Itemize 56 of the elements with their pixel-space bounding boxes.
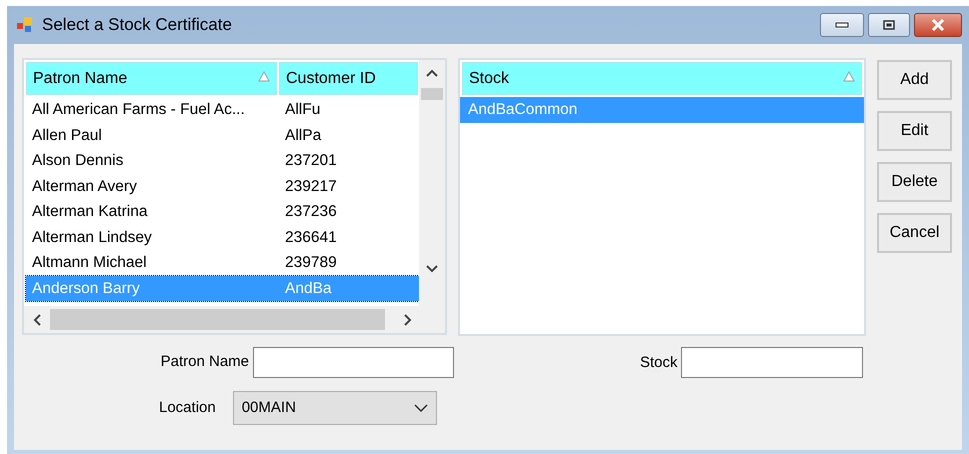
maximize-button[interactable] (868, 13, 910, 37)
dialog-button[interactable]: Edit (877, 111, 952, 151)
patron-name-label: Patron Name (160, 352, 249, 372)
patron-column-header[interactable]: Patron Name (26, 62, 277, 95)
stock-column-header[interactable]: Stock (462, 62, 862, 95)
patron-name-cell-text: Alterman Lindsey (31, 228, 153, 248)
patron-row[interactable]: Allen Paul AllPa (26, 122, 419, 148)
customer-id-cell-text: 239789 (284, 253, 338, 274)
scroll-up-icon[interactable] (426, 68, 438, 78)
scroll-thumb[interactable] (421, 88, 443, 100)
customer-id-cell-text: AllPa (284, 126, 322, 146)
customer-id-cell-text: AllFu (284, 100, 322, 120)
minimize-icon (835, 22, 849, 28)
scroll-down-icon[interactable] (426, 264, 438, 274)
stock-label: Stock (640, 353, 678, 373)
minimize-button[interactable] (820, 13, 864, 37)
vertical-scrollbar[interactable] (419, 60, 445, 306)
sort-arrow-icon (258, 71, 270, 82)
patron-name-cell-text: Altmann Michael (31, 253, 148, 274)
scroll-thumb[interactable] (50, 309, 385, 330)
patron-name-cell-text: Alson Dennis (31, 151, 124, 172)
patron-row[interactable]: Altmann Michael 239789 (26, 250, 419, 276)
customer-id-cell-text: 237236 (284, 202, 338, 222)
patron-row[interactable]: Alterman Avery 239217 (26, 174, 419, 199)
patron-row[interactable]: Alterman Katrina 237236 (26, 199, 419, 224)
patron-name-field[interactable] (253, 347, 454, 378)
window-title: Select a Stock Certificate (42, 14, 232, 36)
stock-cell-text: AndBaCommon (467, 100, 578, 120)
dialog-button[interactable]: Delete (877, 162, 952, 202)
location-dropdown[interactable]: 00MAIN (232, 391, 437, 425)
patron-name-cell-text: Allen Paul (31, 126, 103, 146)
close-icon (931, 19, 945, 31)
patron-name-cell-text: All American Farms - Fuel Ac... (31, 100, 246, 120)
restore-icon (883, 20, 895, 30)
stock-field[interactable] (680, 347, 863, 378)
chevron-down-icon (414, 404, 428, 412)
dialog-button[interactable]: Cancel (877, 213, 952, 253)
customer-id-cell-text: 239217 (284, 176, 338, 197)
close-button[interactable] (914, 13, 962, 37)
patron-name-cell-text: Anderson Barry (31, 278, 141, 299)
patron-column-header[interactable]: Customer ID (279, 62, 418, 95)
app-icon (16, 16, 34, 34)
scroll-right-icon[interactable] (403, 314, 413, 326)
customer-id-cell-text: 236641 (284, 228, 338, 248)
dialog-button[interactable]: Add (877, 60, 952, 100)
location-label: Location (159, 398, 216, 418)
patron-name-cell-text: Alterman Avery (31, 176, 138, 197)
horizontal-scrollbar[interactable] (24, 306, 445, 333)
sort-arrow-icon (843, 71, 855, 82)
scroll-left-icon[interactable] (32, 314, 42, 326)
patron-row[interactable]: Alterman Lindsey 236641 (26, 224, 419, 250)
customer-id-cell-text: AndBa (284, 278, 333, 299)
patron-row[interactable]: Alson Dennis 237201 (26, 148, 419, 174)
patron-name-cell-text: Alterman Katrina (31, 202, 148, 222)
customer-id-cell-text: 237201 (284, 151, 338, 172)
patron-row[interactable]: All American Farms - Fuel Ac... AllFu (26, 97, 419, 122)
